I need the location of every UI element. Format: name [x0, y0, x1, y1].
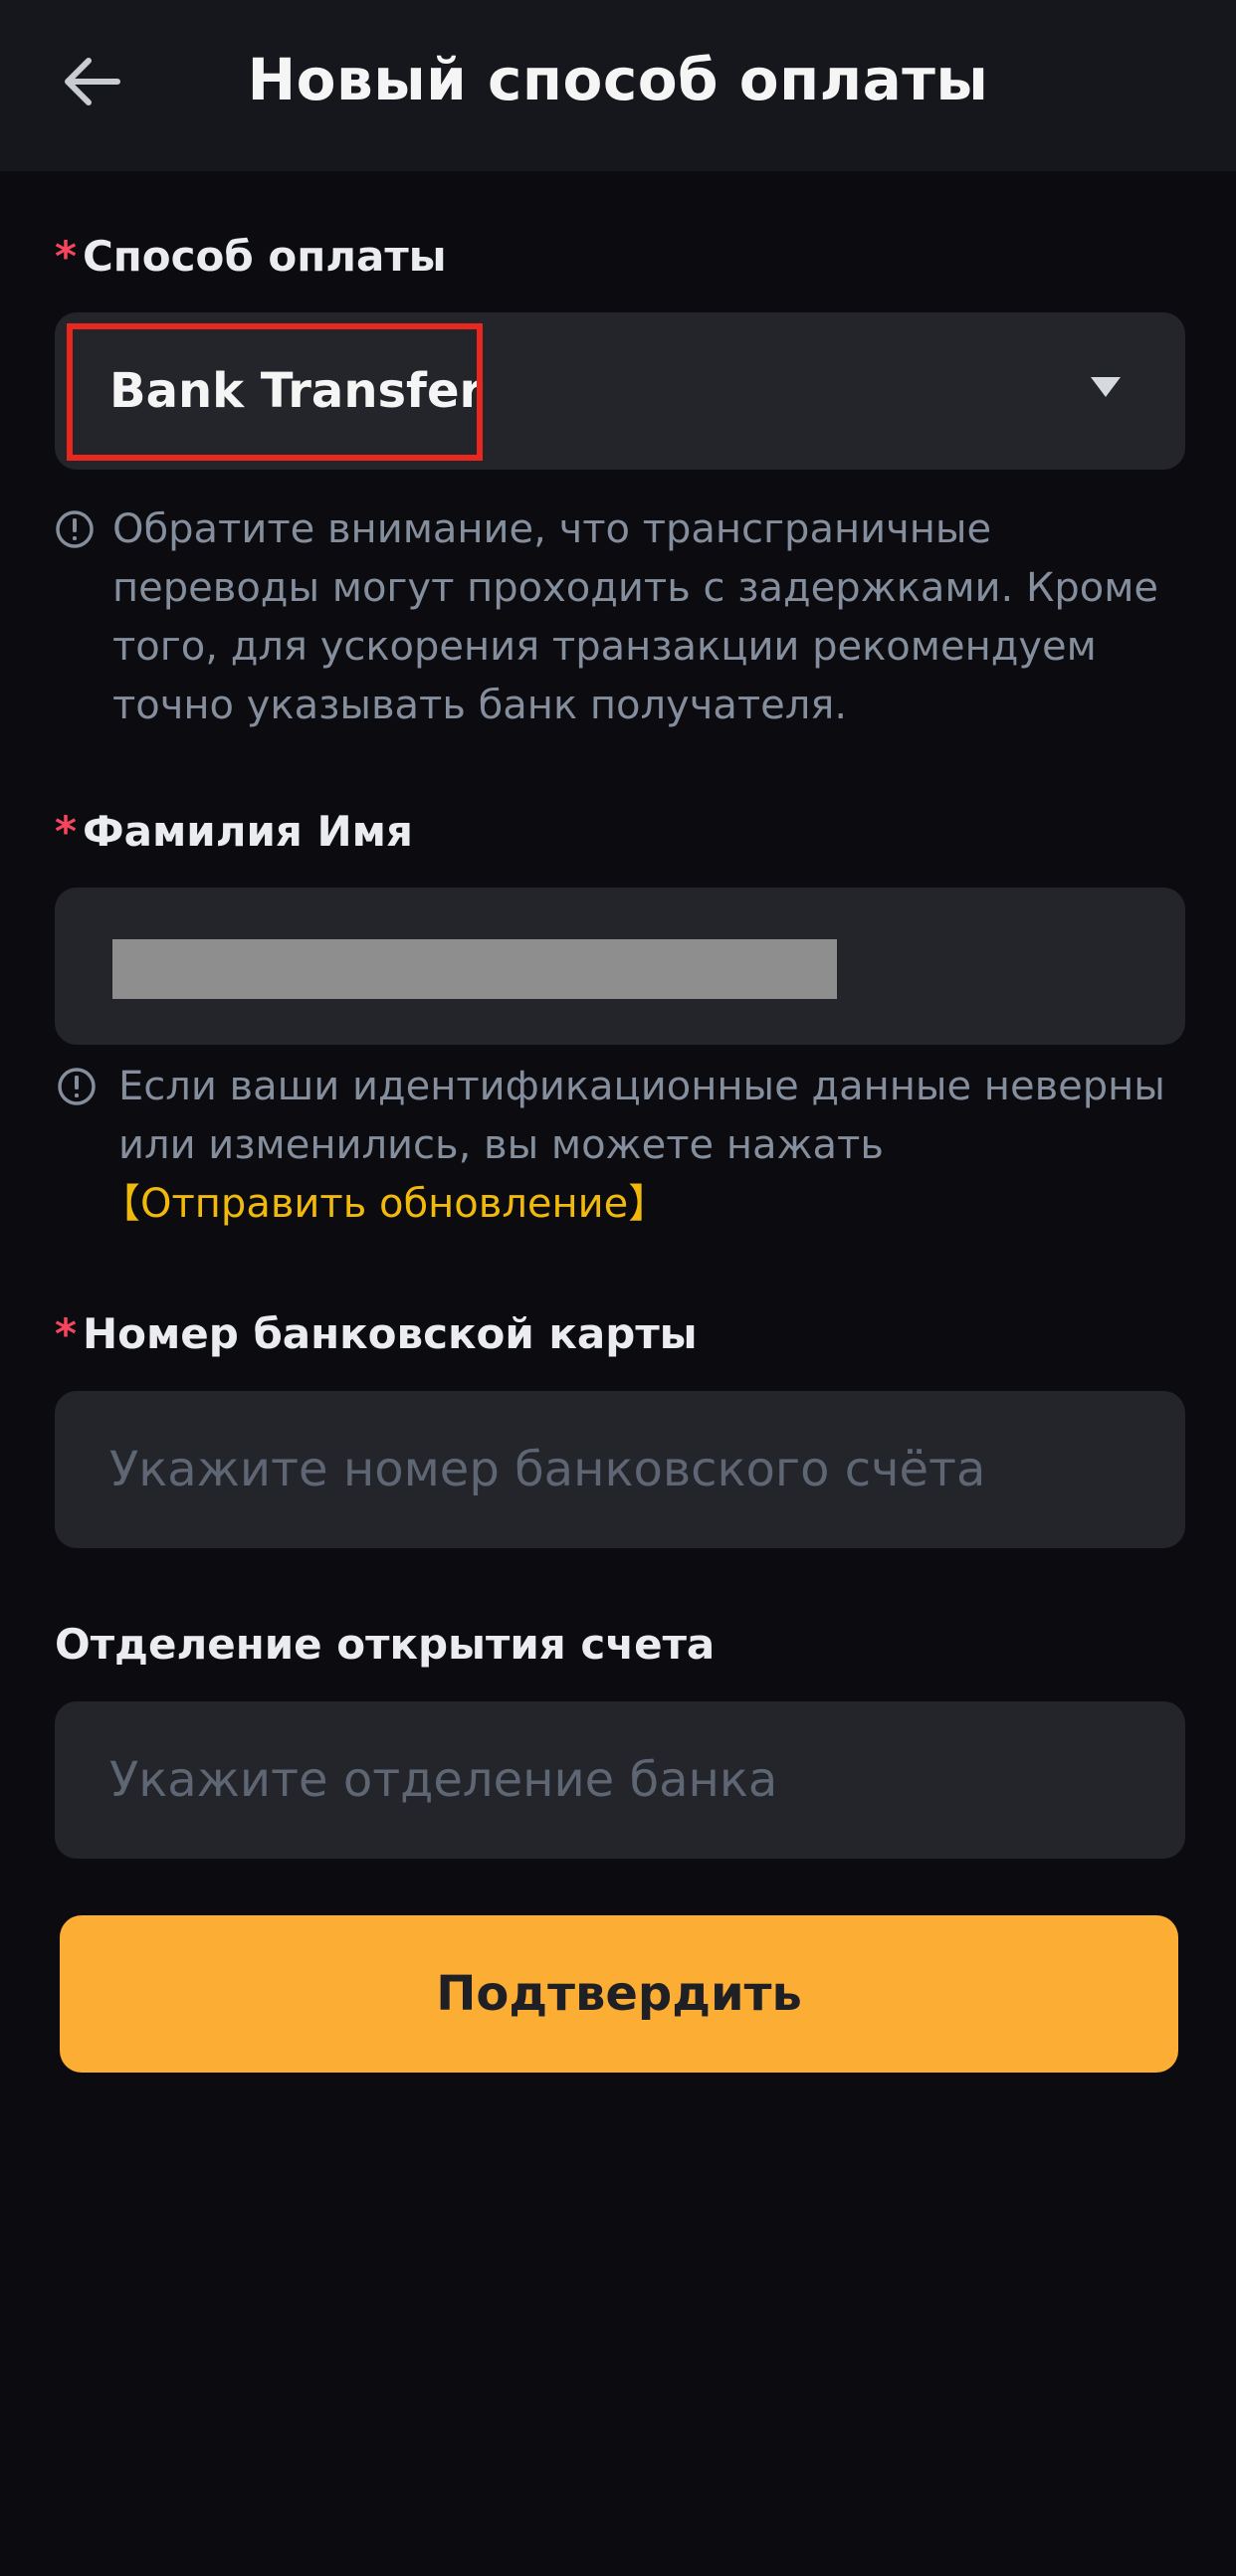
- full-name-label-text: Фамилия Имя: [82, 807, 413, 856]
- payment-method-label-text: Способ оплаты: [82, 232, 447, 281]
- full-name-label: * Фамилия Имя: [55, 804, 413, 860]
- highlight-annotation: [67, 323, 483, 461]
- payment-method-label: * Способ оплаты: [55, 229, 447, 285]
- branch-placeholder: Укажите отделение банка: [109, 1752, 778, 1808]
- confirm-button[interactable]: Подтвердить: [60, 1915, 1178, 2073]
- branch-label: Отделение открытия счета: [55, 1620, 716, 1669]
- branch-field[interactable]: Укажите отделение банка: [55, 1701, 1185, 1859]
- required-mark: *: [55, 232, 77, 281]
- card-number-placeholder: Укажите номер банковского счёта: [109, 1442, 986, 1497]
- info-icon: [56, 510, 94, 548]
- redacted-name-value: [112, 939, 837, 999]
- full-name-note-text: Если ваши идентификационные данные невер…: [101, 1058, 1203, 1234]
- info-icon: [58, 1068, 96, 1105]
- required-mark: *: [55, 807, 77, 856]
- payment-method-note: Обратите внимание, что трансграничные пе…: [55, 500, 1199, 735]
- top-bar: Новый способ оплаты: [0, 0, 1236, 171]
- required-mark: *: [55, 1309, 77, 1358]
- card-number-label: * Номер банковской карты: [55, 1306, 698, 1362]
- submit-update-link[interactable]: 【Отправить обновление】: [101, 1181, 668, 1227]
- full-name-note: Если ваши идентификационные данные невер…: [55, 1058, 1199, 1237]
- page-title: Новый способ оплаты: [247, 46, 989, 113]
- card-number-label-text: Номер банковской карты: [82, 1309, 698, 1358]
- payment-method-note-text: Обратите внимание, что трансграничные пе…: [112, 506, 1159, 728]
- caret-down-icon: [1091, 377, 1121, 397]
- card-number-field[interactable]: Укажите номер банковского счёта: [55, 1391, 1185, 1548]
- full-name-note-body: Если ваши идентификационные данные невер…: [118, 1064, 1165, 1168]
- full-name-field[interactable]: [55, 888, 1185, 1045]
